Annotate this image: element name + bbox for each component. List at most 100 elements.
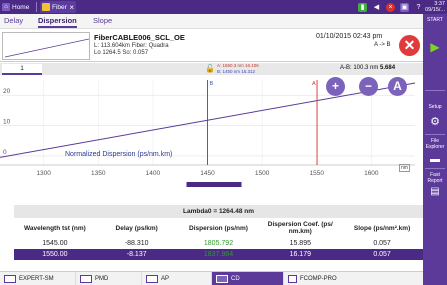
zoom-out-button[interactable]: −: [359, 77, 378, 96]
start-play-icon[interactable]: ▶: [423, 40, 447, 54]
x-unit-box: nm: [399, 164, 410, 172]
setup-label[interactable]: Setup: [423, 104, 447, 110]
close-tab-icon[interactable]: ×: [69, 3, 74, 12]
fiber-icon: [42, 3, 50, 11]
marker-a-label: A: [312, 81, 316, 87]
chart-title: Normalized Dispersion (ps/nm.km): [65, 151, 173, 158]
file-direction: A -> B: [374, 42, 391, 48]
top-bar: ⌂ Home Fiber × ▮ ◀ × ▣ ? 3:37 09/15/...: [0, 0, 447, 14]
bottom-tabs: EXPERT-SM PMD AP CD FCOMP-PRO: [0, 271, 423, 285]
table-row[interactable]: 1545.00 -88.310 1805.792 15.895 0.057: [14, 238, 423, 249]
side-panel: START ▶ Setup ⚙ File Explorer ▬ Fast Rep…: [423, 14, 447, 285]
help-icon[interactable]: ?: [414, 2, 423, 12]
file-line-2: Lo 1264.5 So: 0.057: [94, 50, 149, 56]
page-tab[interactable]: 1: [2, 64, 42, 75]
sub-tabs: Delay Dispersion Slope: [0, 14, 423, 29]
table-header: Wavelength tst (nm) Delay (ps/km) Disper…: [14, 218, 423, 238]
ab-label: A-B: 100.3 nm: [340, 65, 379, 71]
tab-slope[interactable]: Slope: [93, 16, 112, 25]
cell-dispersion: 1805.792: [203, 240, 234, 247]
header-dispersion: Dispersion (ps/nm): [189, 224, 248, 232]
header-delay: Delay (ps/km): [115, 224, 158, 232]
cell-delay: -8.137: [126, 251, 147, 258]
chart-svg[interactable]: 0 10 20 1300 1350 1400 1450 1500 1550 1600 A B: [0, 75, 423, 187]
tab-fcomp-pro[interactable]: FCOMP-PRO: [284, 272, 423, 285]
tab-cd-label: CD: [231, 276, 240, 282]
topbar-divider: [36, 2, 37, 12]
file-explorer-label[interactable]: File Explorer: [423, 138, 447, 150]
report-icon[interactable]: ▤: [423, 186, 447, 197]
cell-wavelength: 1550.00: [42, 251, 68, 258]
x-scroll-thumb: [186, 182, 242, 187]
tab-pmd[interactable]: PMD: [76, 272, 142, 285]
pmd-icon: [80, 275, 92, 283]
tab-fiber[interactable]: Fiber ×: [40, 1, 76, 13]
x-tick-label: 1400: [146, 170, 161, 177]
dispersion-chart[interactable]: 0 10 20 1300 1350 1400 1450 1500 1550 1600 A B + − …: [0, 75, 423, 187]
tab-delay[interactable]: Delay: [4, 16, 23, 25]
fast-report-label[interactable]: Fast Report: [423, 172, 447, 184]
tab-cd[interactable]: CD: [212, 272, 284, 285]
auto-scale-button[interactable]: A: [388, 77, 407, 96]
home-label: Home: [12, 3, 30, 11]
zoom-in-button[interactable]: +: [326, 77, 345, 96]
ap-icon: [146, 275, 158, 283]
cell-wavelength: 1545.00: [42, 240, 68, 247]
x-tick-label: 1450: [200, 170, 215, 177]
side-separator: [425, 168, 445, 169]
expert-sm-icon: [4, 275, 16, 283]
tab-expert-sm-label: EXPERT-SM: [19, 276, 54, 282]
marker-a-readout: A: 1550.3 nm 16.106: [217, 63, 259, 68]
tab-pmd-label: PMD: [95, 276, 109, 282]
table-row-selected[interactable]: 1550.00 -8.137 1837.984 16.179 0.057: [14, 249, 423, 260]
cell-disp-coef: 16.179: [289, 251, 311, 258]
remote-icon[interactable]: ▣: [400, 2, 409, 12]
trace-thumbnail[interactable]: [2, 32, 90, 60]
y-tick-label: 20: [3, 88, 11, 95]
results-table: Wavelength tst (nm) Delay (ps/km) Disper…: [14, 218, 423, 260]
marker-b-label: B: [210, 81, 214, 87]
gear-icon[interactable]: ⚙: [423, 115, 447, 128]
y-tick-label: 0: [3, 149, 7, 156]
file-info: FiberCABLE006_SCL_OE L: 113.604km Fiber:…: [0, 30, 423, 62]
marker-b-readout: B: 1450 nm 15.312: [217, 69, 256, 74]
clock-date: 09/15/...: [425, 7, 445, 13]
start-label[interactable]: START: [423, 17, 447, 23]
side-separator: [425, 134, 445, 135]
clock: 3:37 09/15/...: [425, 1, 445, 13]
x-tick-label: 1550: [309, 170, 324, 177]
y-tick-label: 10: [3, 119, 11, 126]
x-tick-label: 1500: [255, 170, 270, 177]
alarm-icon[interactable]: ×: [386, 2, 395, 12]
x-tick-label: 1300: [36, 170, 51, 177]
header-slope: Slope (ps/nm².km): [353, 224, 411, 232]
cell-dispersion: 1837.984: [203, 251, 234, 258]
cd-icon: [216, 275, 228, 283]
file-line-1: L: 113.604km Fiber: Quadra: [94, 43, 169, 49]
status-icons: ▮ ◀ × ▣ ?: [358, 2, 423, 12]
tab-ap-label: AP: [161, 276, 170, 282]
header-wavelength: Wavelength tst (nm): [23, 224, 86, 232]
chart-toolbar: 1 🔓 A: 1550.3 nm 16.106 B: 1450 nm 15.31…: [0, 63, 423, 75]
x-tick-label: 1600: [364, 170, 379, 177]
speaker-icon[interactable]: ◀: [372, 2, 381, 12]
fcomp-pro-icon: [288, 275, 297, 283]
cell-disp-coef: 15.895: [289, 240, 311, 247]
lock-icon[interactable]: 🔓: [205, 64, 215, 73]
tab-fcomp-pro-label: FCOMP-PRO: [300, 276, 337, 282]
cell-slope: 0.057: [373, 251, 391, 258]
header-disp-coef: Dispersion Coef. (ps/ nm.km): [267, 221, 333, 235]
battery-icon: ▮: [358, 2, 367, 12]
ab-readout: A-B: 100.3 nm 5.684: [340, 65, 395, 71]
home-button[interactable]: ⌂ Home: [2, 2, 29, 12]
tab-fiber-label: Fiber: [52, 3, 67, 11]
tab-dispersion[interactable]: Dispersion: [38, 16, 77, 28]
lambda-zero: Lambda0 = 1264.48 nm: [14, 205, 423, 218]
side-separator: [425, 90, 445, 91]
folder-icon[interactable]: ▬: [423, 154, 447, 165]
home-icon: ⌂: [2, 3, 10, 11]
close-file-button[interactable]: ✕: [399, 35, 420, 56]
tab-expert-sm[interactable]: EXPERT-SM: [0, 272, 76, 285]
tab-ap[interactable]: AP: [142, 272, 212, 285]
file-datetime: 01/10/2015 02:43 pm: [316, 33, 383, 40]
